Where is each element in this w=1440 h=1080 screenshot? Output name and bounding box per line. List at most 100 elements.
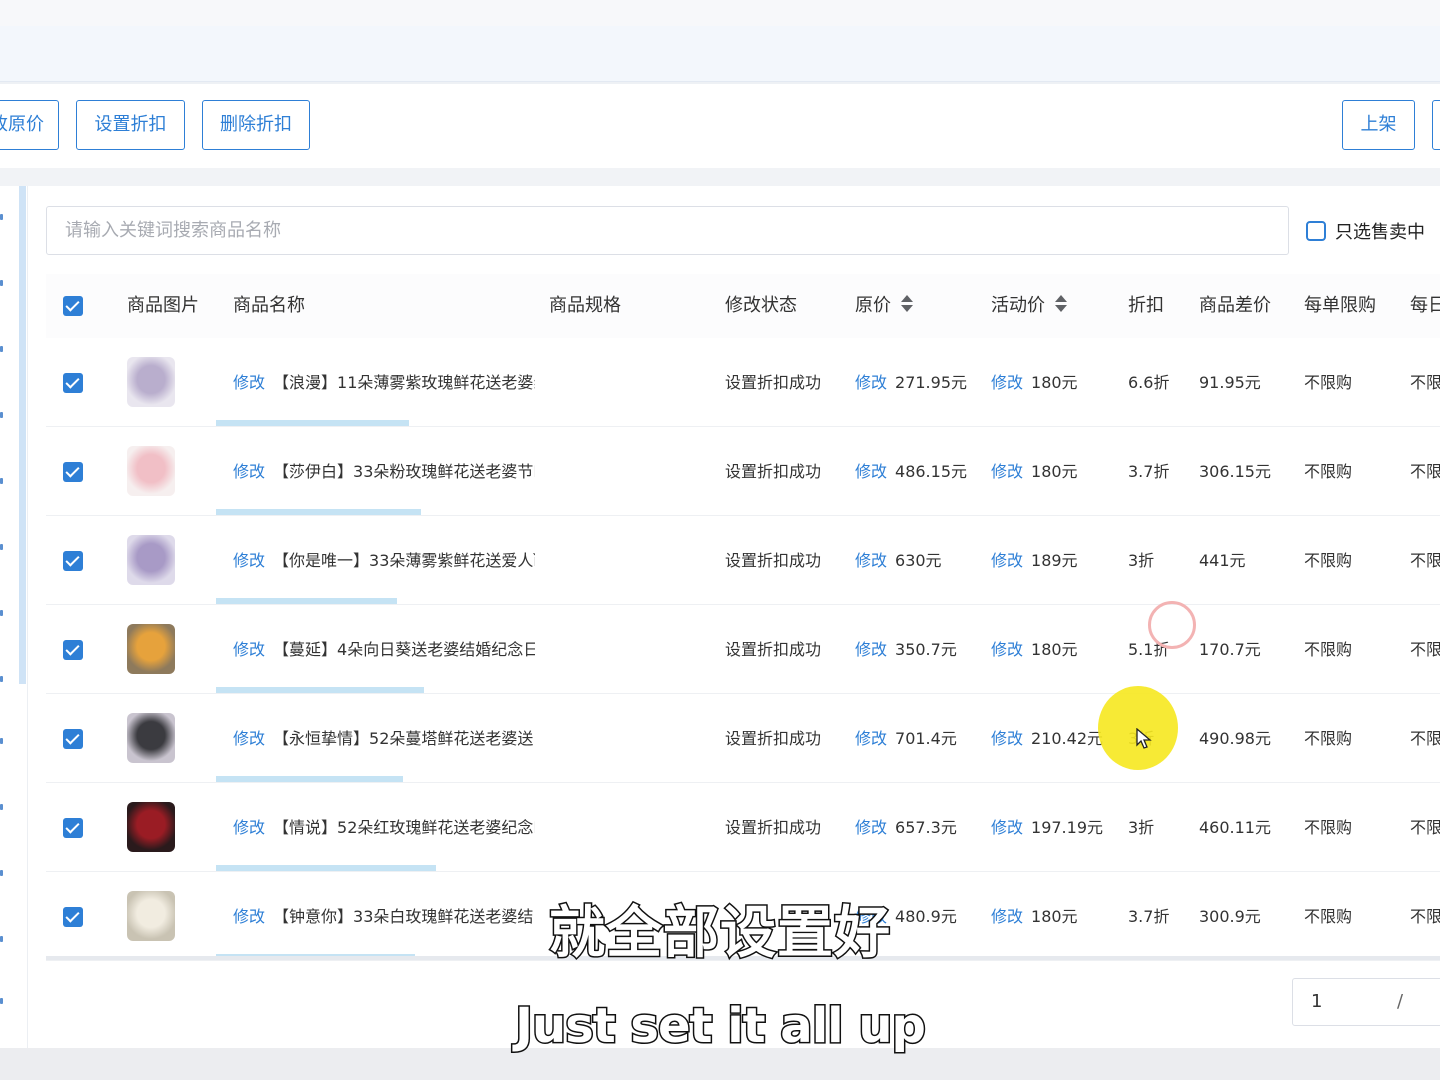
edit-name-link[interactable]: 修改 <box>233 729 265 748</box>
sidebar-marker <box>0 870 3 876</box>
edit-promo-price-link[interactable]: 修改 <box>991 640 1023 659</box>
sidebar-marker <box>0 804 3 810</box>
edit-promo-price-link[interactable]: 修改 <box>991 818 1023 837</box>
product-thumbnail[interactable] <box>127 802 175 852</box>
table-row[interactable]: 修改 【永恒挚情】52朵蔓塔鲜花送老婆送: 设置折扣成功 修改 701.4元 修改 210.… <box>46 694 1440 783</box>
cell-daily-limit: 不限 <box>1410 516 1440 605</box>
row-checkbox[interactable] <box>63 551 83 571</box>
cell-per-order-limit-value: 不限购 <box>1304 462 1353 481</box>
delete-discount-button[interactable]: 删除折扣 <box>202 100 310 150</box>
table-row[interactable]: 修改 【莎伊白】33朵粉玫瑰鲜花送老婆节Ⅰ 设置折扣成功 修改 486.15元 修改 180… <box>46 427 1440 516</box>
cell-per-order-limit-value: 不限购 <box>1304 373 1353 392</box>
cell-discount-value: 3折 <box>1128 818 1155 837</box>
subtitle-chinese: 就全部设置好 <box>548 900 892 968</box>
select-all-checkbox[interactable] <box>63 296 83 316</box>
edit-name-link[interactable]: 修改 <box>233 818 265 837</box>
product-thumbnail[interactable] <box>127 446 175 496</box>
cell-price-diff: 490.98元 <box>1199 694 1271 783</box>
edit-promo-price-link[interactable]: 修改 <box>991 729 1023 748</box>
name-progress-bar <box>216 598 397 604</box>
cell-discount: 3.7折 <box>1128 427 1169 516</box>
edit-name-link[interactable]: 修改 <box>233 462 265 481</box>
set-discount-button[interactable]: 设置折扣 <box>76 100 185 150</box>
cell-price-diff: 441元 <box>1199 516 1246 605</box>
cell-discount: 3折 <box>1128 516 1154 605</box>
row-checkbox[interactable] <box>63 729 83 749</box>
column-header-promo-price-label: 活动价 <box>991 295 1045 316</box>
edit-original-price-link[interactable]: 修改 <box>855 818 887 837</box>
cell-promo-price-value: 189元 <box>1031 551 1078 570</box>
cell-promo-price-value: 210.42元 <box>1031 729 1104 748</box>
cell-status: 设置折扣成功 <box>725 427 821 516</box>
edit-name-link[interactable]: 修改 <box>233 373 265 392</box>
cell-per-order-limit: 不限购 <box>1304 516 1352 605</box>
cell-promo-price-value: 180元 <box>1031 373 1078 392</box>
cell-product-name: 修改 【浪漫】11朵薄雾紫玫瑰鲜花送老婆纟 <box>233 338 535 427</box>
sidebar-scroll-indicator[interactable] <box>19 186 26 684</box>
cell-status: 设置折扣成功 <box>725 516 821 605</box>
table-row[interactable]: 修改 【浪漫】11朵薄雾紫玫瑰鲜花送老婆纟 设置折扣成功 修改 271.95元 修改 180… <box>46 338 1440 427</box>
row-checkbox[interactable] <box>63 818 83 838</box>
row-checkbox[interactable] <box>63 640 83 660</box>
cell-discount-value: 6.6折 <box>1128 373 1170 392</box>
name-progress-bar <box>216 865 436 871</box>
product-name-text: 【莎伊白】33朵粉玫瑰鲜花送老婆节Ⅰ <box>273 462 535 481</box>
edit-promo-price-link[interactable]: 修改 <box>991 462 1023 481</box>
cell-original-price-value: 630元 <box>895 551 942 570</box>
edit-original-price-link[interactable]: 修改 <box>855 462 887 481</box>
edit-promo-price-link[interactable]: 修改 <box>991 551 1023 570</box>
cell-status: 设置折扣成功 <box>725 605 821 694</box>
edit-name-link[interactable]: 修改 <box>233 551 265 570</box>
edit-original-price-link[interactable]: 修改 <box>855 729 887 748</box>
column-header-promo-price[interactable]: 活动价 <box>991 274 1067 338</box>
sort-icon[interactable] <box>1055 295 1067 313</box>
column-header-discount: 折扣 <box>1128 295 1164 316</box>
product-name-text: 【你是唯一】33朵薄雾紫鲜花送爱人ì <box>273 551 535 570</box>
sidebar-marker <box>0 412 3 418</box>
table-row[interactable]: 修改 【情说】52朵红玫瑰鲜花送老婆纪念Ⅰ 设置折扣成功 修改 657.3元 修改 197.… <box>46 783 1440 872</box>
column-header-original-price[interactable]: 原价 <box>855 274 913 338</box>
sidebar-marker <box>0 610 3 616</box>
edit-promo-price-link[interactable]: 修改 <box>991 373 1023 392</box>
sort-icon[interactable] <box>901 295 913 313</box>
cell-per-order-limit: 不限购 <box>1304 427 1352 516</box>
column-header-status: 修改状态 <box>725 295 797 316</box>
edit-original-price-link[interactable]: 修改 <box>855 640 887 659</box>
edit-original-price-link[interactable]: 修改 <box>855 551 887 570</box>
only-on-sale-checkbox[interactable]: 只选售卖中 <box>1306 219 1425 243</box>
edit-name-link[interactable]: 修改 <box>233 640 265 659</box>
cell-daily-limit-value: 不限 <box>1410 818 1440 837</box>
edit-original-price-link[interactable]: 修改 <box>855 373 887 392</box>
subtitle-english: Just set it all up <box>514 997 928 1056</box>
cell-discount-value: 3.7折 <box>1128 462 1170 481</box>
cell-original-price: 修改 657.3元 <box>855 783 957 872</box>
cell-original-price-value: 486.15元 <box>895 462 968 481</box>
checkbox-icon[interactable] <box>1306 221 1326 241</box>
product-search-input[interactable] <box>46 206 1289 255</box>
more-button[interactable] <box>1432 100 1440 150</box>
cell-promo-price-value: 180元 <box>1031 640 1078 659</box>
cell-original-price: 修改 486.15元 <box>855 427 967 516</box>
table-row[interactable]: 修改 【你是唯一】33朵薄雾紫鲜花送爱人ì 设置折扣成功 修改 630元 修改 189元 3折… <box>46 516 1440 605</box>
column-header-spec: 商品规格 <box>549 295 621 316</box>
row-checkbox[interactable] <box>63 373 83 393</box>
cell-per-order-limit: 不限购 <box>1304 338 1352 427</box>
table-row[interactable]: 修改 【蔓延】4朵向日葵送老婆结婚纪念日 设置折扣成功 修改 350.7元 修改 180元 5… <box>46 605 1440 694</box>
cell-product-name: 修改 【蔓延】4朵向日葵送老婆结婚纪念日 <box>233 605 535 694</box>
cell-per-order-limit-value: 不限购 <box>1304 551 1353 570</box>
cell-discount: 6.6折 <box>1128 338 1169 427</box>
cell-per-order-limit: 不限购 <box>1304 605 1352 694</box>
list-on-shelf-button[interactable]: 上架 <box>1342 100 1415 150</box>
row-checkbox[interactable] <box>63 462 83 482</box>
product-thumbnail[interactable] <box>127 624 175 674</box>
column-header-name: 商品名称 <box>233 295 305 316</box>
cell-discount-value: 3折 <box>1128 551 1155 570</box>
product-thumbnail[interactable] <box>127 357 175 407</box>
edit-original-price-button[interactable]: 改原价 <box>0 100 59 150</box>
product-thumbnail[interactable] <box>127 535 175 585</box>
product-table-body: 修改 【浪漫】11朵薄雾紫玫瑰鲜花送老婆纟 设置折扣成功 修改 271.95元 修改 180… <box>46 338 1440 961</box>
product-thumbnail[interactable] <box>127 713 175 763</box>
cell-price-diff: 91.95元 <box>1199 338 1261 427</box>
header-band <box>0 26 1440 82</box>
cell-promo-price: 修改 180元 <box>991 605 1078 694</box>
